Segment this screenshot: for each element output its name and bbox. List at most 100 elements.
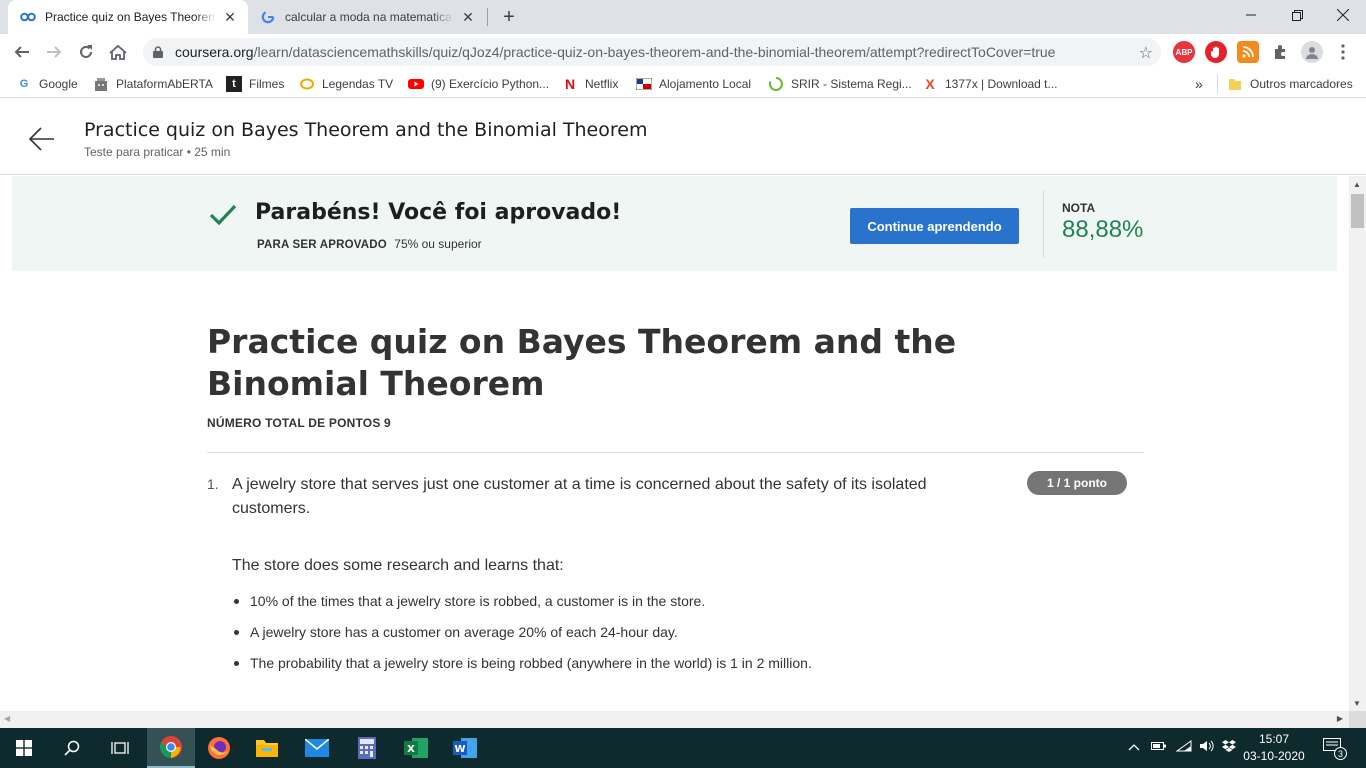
- pass-banner: Parabéns! Você foi aprovado! PARA SER AP…: [12, 176, 1337, 271]
- browser-toolbar: coursera.org/learn/datasciencemathskills…: [0, 34, 1366, 70]
- page-title: Practice quiz on Bayes Theorem and the B…: [84, 119, 648, 141]
- tab-title: calcular a moda na matematica - Pesquisa…: [285, 10, 454, 24]
- minimize-button[interactable]: [1228, 0, 1274, 30]
- calculator-icon[interactable]: [343, 728, 391, 768]
- mail-icon[interactable]: [293, 728, 341, 768]
- home-icon[interactable]: [104, 38, 132, 66]
- horizontal-scrollbar[interactable]: ◀ ▶: [0, 711, 1349, 728]
- profile-icon[interactable]: [1301, 41, 1323, 63]
- close-icon[interactable]: ✕: [458, 7, 478, 27]
- clock-date: 03-10-2020: [1243, 749, 1305, 763]
- bookmark-google[interactable]: G Google: [16, 76, 78, 92]
- grade-label: NOTA: [1062, 201, 1096, 215]
- quiz-title: Practice quiz on Bayes Theorem and the B…: [207, 322, 957, 403]
- adblocker-icon[interactable]: [1205, 41, 1227, 63]
- total-points: NÚMERO TOTAL DE PONTOS 9: [207, 416, 391, 430]
- bookmark-star-icon[interactable]: ☆: [1139, 43, 1153, 63]
- back-icon[interactable]: [8, 38, 36, 66]
- question-lead: The store does some research and learns …: [232, 557, 564, 574]
- search-icon[interactable]: [48, 728, 96, 768]
- bookmarks-bar: G Google PlataformAbERTA t Filmes Legend…: [0, 70, 1366, 98]
- excel-icon[interactable]: X: [392, 728, 440, 768]
- pass-message: Parabéns! Você foi aprovado!: [255, 200, 622, 225]
- scroll-right-icon[interactable]: ▶: [1337, 714, 1343, 723]
- list-item: A jewelry store has a customer on averag…: [232, 623, 812, 654]
- google-icon: G: [19, 78, 29, 90]
- scroll-up-icon[interactable]: ▲: [1353, 180, 1361, 189]
- rss-icon[interactable]: [1237, 41, 1259, 63]
- pass-requirement: PARA SER APROVADO 75% ou superior: [257, 237, 482, 251]
- restore-button[interactable]: [1274, 0, 1320, 30]
- reload-icon[interactable]: [72, 38, 100, 66]
- scrollbar-thumb[interactable]: [1351, 194, 1364, 228]
- task-view-icon[interactable]: [96, 728, 144, 768]
- notification-center-icon[interactable]: 3: [1323, 738, 1347, 760]
- building-icon: [93, 76, 109, 92]
- bookmark-label: Filmes: [249, 77, 285, 91]
- tray-chevron-icon[interactable]: [1128, 740, 1140, 754]
- ring-icon: [299, 76, 315, 92]
- points-badge: 1 / 1 ponto: [1027, 471, 1127, 495]
- scrollbar-corner: [1349, 711, 1366, 728]
- facts-list: 10% of the times that a jewelry store is…: [232, 592, 812, 685]
- word-icon[interactable]: W: [441, 728, 489, 768]
- firefox-icon[interactable]: [195, 728, 243, 768]
- bookmark-legendas-tv[interactable]: Legendas TV: [299, 76, 393, 92]
- tab-separator: [487, 8, 488, 26]
- checkmark-icon: [208, 200, 238, 230]
- menu-kebab-icon[interactable]: [1332, 41, 1354, 63]
- pass-requirement-label: PARA SER APROVADO: [257, 239, 387, 251]
- scroll-down-icon[interactable]: ▼: [1353, 699, 1361, 708]
- battery-icon[interactable]: [1151, 740, 1167, 754]
- swirl-icon: [768, 76, 784, 92]
- bookmark-label: SRIR - Sistema Regi...: [791, 77, 912, 91]
- new-tab-button[interactable]: +: [498, 6, 520, 28]
- bookmarks-overflow[interactable]: »: [1195, 76, 1203, 92]
- bookmark-label: (9) Exercício Python...: [431, 77, 550, 91]
- windows-start-icon[interactable]: [0, 728, 48, 768]
- bookmark-label: Alojamento Local: [659, 77, 752, 91]
- close-window-button[interactable]: [1320, 0, 1366, 30]
- google-icon: [260, 9, 276, 25]
- bookmark-netflix[interactable]: N Netflix: [562, 76, 618, 92]
- file-explorer-icon[interactable]: [243, 728, 291, 768]
- bookmark-plataformaberta[interactable]: PlataformAbERTA: [93, 76, 213, 92]
- bookmark-filmes[interactable]: t Filmes: [226, 76, 284, 92]
- volume-icon[interactable]: [1199, 740, 1215, 755]
- page-subtitle: Teste para praticar • 25 min: [84, 145, 231, 159]
- continue-learning-button[interactable]: Continue aprendendo: [850, 208, 1019, 244]
- adblock-plus-icon[interactable]: ABP: [1173, 41, 1195, 63]
- extensions-icon[interactable]: [1269, 41, 1291, 63]
- svg-text:X: X: [407, 744, 415, 755]
- youtube-icon: [408, 76, 424, 92]
- tab-inactive[interactable]: calcular a moda na matematica - Pesquisa…: [250, 0, 486, 34]
- tab-active[interactable]: Practice quiz on Bayes Theorem and the B…: [8, 0, 248, 34]
- bookmarks-separator: [1217, 74, 1218, 94]
- question-number: 1.: [207, 476, 219, 492]
- notification-count: 3: [1334, 747, 1347, 760]
- tab-title: Practice quiz on Bayes Theorem and the B…: [45, 10, 216, 24]
- coursera-icon: [20, 9, 36, 25]
- taskbar-clock[interactable]: 15:07 03-10-2020: [1236, 731, 1312, 765]
- url-path: /learn/datasciencemathskills/quiz/qJoz4/…: [253, 44, 1056, 60]
- bookmark-1377x[interactable]: X 1377x | Download t...: [922, 76, 1057, 92]
- pass-requirement-value: 75% ou superior: [394, 237, 482, 251]
- wifi-icon[interactable]: [1175, 740, 1192, 755]
- chrome-icon[interactable]: [147, 728, 195, 768]
- address-bar[interactable]: coursera.org/learn/datasciencemathskills…: [143, 38, 1161, 66]
- scroll-left-icon[interactable]: ◀: [4, 714, 10, 723]
- forward-icon[interactable]: [40, 38, 68, 66]
- x-icon: X: [925, 76, 935, 92]
- clock-time: 15:07: [1258, 732, 1290, 746]
- close-icon[interactable]: ✕: [220, 7, 240, 27]
- grade-value: 88,88%: [1062, 216, 1144, 243]
- dropbox-icon[interactable]: [1222, 740, 1236, 755]
- bookmark-alojamento-local[interactable]: Alojamento Local: [636, 76, 751, 92]
- bookmark-srir[interactable]: SRIR - Sistema Regi...: [768, 76, 912, 92]
- list-item: 10% of the times that a jewelry store is…: [232, 592, 812, 623]
- bookmark-exercicio-python[interactable]: (9) Exercício Python...: [408, 76, 549, 92]
- lock-icon: [153, 45, 165, 59]
- back-arrow-icon[interactable]: [28, 125, 56, 153]
- vertical-scrollbar[interactable]: ▲ ▼: [1349, 176, 1366, 711]
- bookmark-other[interactable]: Outros marcadores: [1227, 76, 1353, 92]
